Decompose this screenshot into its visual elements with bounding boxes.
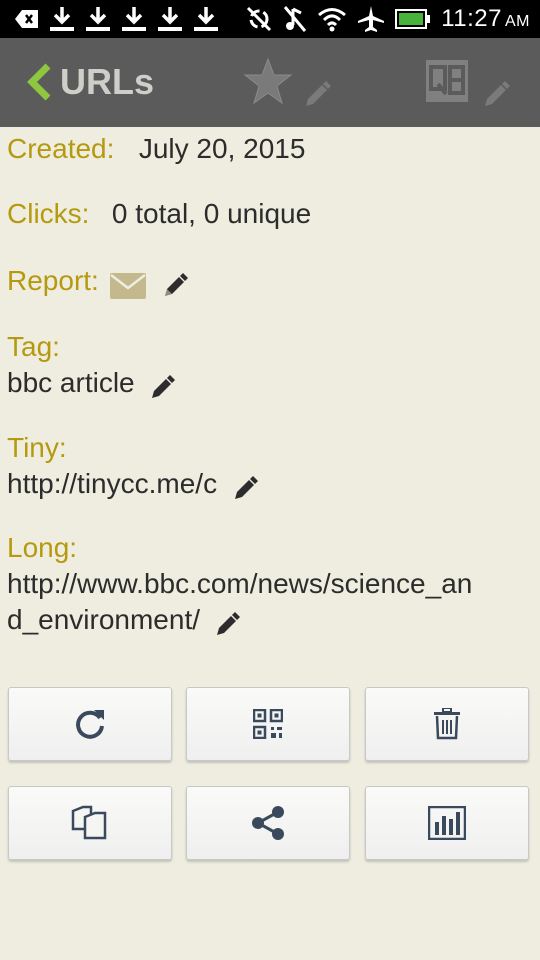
back-chevron-icon[interactable] bbox=[26, 62, 52, 102]
clicks-row: Clicks: 0 total, 0 unique bbox=[7, 198, 311, 230]
download-icon bbox=[120, 6, 148, 32]
notification-icons bbox=[14, 6, 220, 32]
clicks-label: Clicks: bbox=[7, 198, 90, 229]
long-url-value-line2[interactable]: d_environment/ bbox=[7, 604, 200, 635]
created-value: July 20, 2015 bbox=[138, 133, 306, 164]
status-bar: 11:27 AM bbox=[0, 0, 540, 38]
created-row: Created: July 20, 2015 bbox=[7, 133, 305, 165]
qr-code-button[interactable] bbox=[186, 687, 350, 761]
qr-code-icon[interactable] bbox=[426, 60, 468, 102]
system-icons: 11:27 AM bbox=[245, 0, 530, 38]
long-label-row: Long: bbox=[7, 532, 77, 564]
action-bar: URLs bbox=[0, 38, 540, 127]
qr-code-icon bbox=[253, 709, 283, 739]
share-icon bbox=[252, 806, 284, 840]
download-icon bbox=[84, 6, 112, 32]
stats-button[interactable] bbox=[365, 786, 529, 860]
tiny-label: Tiny: bbox=[7, 432, 67, 463]
tag-value: bbc article bbox=[7, 367, 135, 398]
keyboard-back-icon bbox=[14, 8, 40, 30]
copy-button[interactable] bbox=[8, 786, 172, 860]
tag-label-row: Tag: bbox=[7, 331, 60, 363]
refresh-button[interactable] bbox=[8, 687, 172, 761]
clicks-value: 0 total, 0 unique bbox=[111, 198, 312, 229]
report-row: Report: bbox=[7, 265, 188, 301]
download-icon bbox=[156, 6, 184, 32]
tiny-url-value[interactable]: http://tinycc.me/c bbox=[7, 468, 217, 499]
clock: 11:27 AM bbox=[441, 5, 530, 32]
tiny-label-row: Tiny: bbox=[7, 432, 67, 464]
download-icon bbox=[192, 6, 220, 32]
download-icon bbox=[48, 6, 76, 32]
star-icon[interactable] bbox=[243, 57, 293, 105]
tag-value-row: bbc article bbox=[7, 367, 176, 401]
wifi-icon bbox=[317, 6, 347, 32]
page-title[interactable]: URLs bbox=[60, 58, 154, 106]
delete-button[interactable] bbox=[365, 687, 529, 761]
sync-off-icon bbox=[245, 5, 273, 33]
mail-icon[interactable] bbox=[109, 271, 147, 301]
long-value-line2: d_environment/ bbox=[7, 604, 241, 638]
battery-icon bbox=[395, 8, 431, 30]
created-label: Created: bbox=[7, 133, 115, 164]
edit-pencil-icon[interactable] bbox=[214, 611, 241, 638]
airplane-mode-icon bbox=[357, 5, 385, 33]
edit-pencil-icon[interactable] bbox=[302, 80, 332, 110]
edit-pencil-icon[interactable] bbox=[162, 272, 188, 299]
trash-icon bbox=[434, 708, 460, 740]
long-url-value-line1[interactable]: http://www.bbc.com/news/science_an bbox=[7, 568, 472, 599]
stats-chart-icon bbox=[428, 806, 466, 840]
long-label: Long: bbox=[7, 532, 78, 563]
share-button[interactable] bbox=[186, 786, 350, 860]
long-value-line1: http://www.bbc.com/news/science_an bbox=[7, 568, 472, 600]
copy-icon bbox=[71, 805, 107, 840]
edit-pencil-icon[interactable] bbox=[149, 374, 176, 401]
music-off-icon bbox=[283, 5, 307, 33]
refresh-icon bbox=[76, 710, 104, 739]
edit-pencil-icon[interactable] bbox=[232, 475, 258, 502]
edit-pencil-icon[interactable] bbox=[481, 80, 511, 110]
tiny-value-row: http://tinycc.me/c bbox=[7, 468, 258, 502]
tag-label: Tag: bbox=[7, 331, 60, 362]
report-label: Report: bbox=[7, 265, 99, 296]
